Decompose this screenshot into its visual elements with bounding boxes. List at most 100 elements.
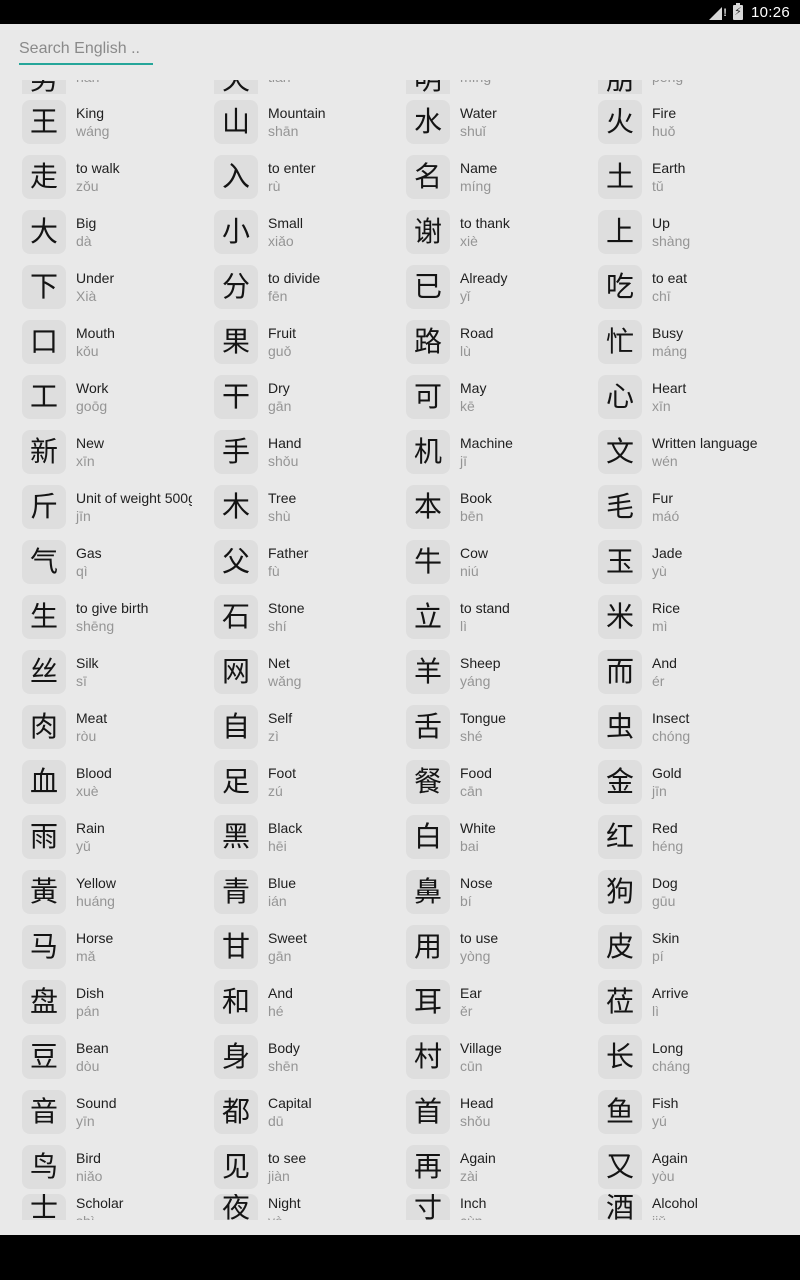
flashcard[interactable]: 金 Gold jīn xyxy=(576,754,768,809)
flashcard[interactable]: 下 Under Xià xyxy=(0,259,192,314)
flashcard[interactable]: 牛 Cow niú xyxy=(384,534,576,589)
flashcard[interactable]: 鱼 Fish yú xyxy=(576,1084,768,1139)
flashcard[interactable]: 吃 to eat chī xyxy=(576,259,768,314)
flashcard[interactable]: 白 White bai xyxy=(384,809,576,864)
english-meaning: Nose xyxy=(460,874,493,891)
flashcard[interactable]: 大 Big dà xyxy=(0,204,192,259)
flashcard[interactable]: 寸 Inchcùn xyxy=(384,1194,576,1220)
flashcard-meta: Silk sī xyxy=(76,654,99,690)
flashcard[interactable]: 鸟 Bird niǎo xyxy=(0,1139,192,1194)
flashcard[interactable]: 上 Up shàng xyxy=(576,204,768,259)
flashcard[interactable]: 路 Road lù xyxy=(384,314,576,369)
flashcard[interactable]: 丝 Silk sī xyxy=(0,644,192,699)
english-meaning: to use xyxy=(460,929,499,946)
flashcard[interactable]: 斤 Unit of weight 500g jīn xyxy=(0,479,192,534)
flashcard[interactable]: 火 Fire huǒ xyxy=(576,94,768,149)
flashcard[interactable]: 网 Net wǎng xyxy=(192,644,384,699)
flashcard[interactable]: 盘 Dish pán xyxy=(0,974,192,1029)
hanzi-tile: 豆 xyxy=(22,1034,66,1079)
flashcard[interactable]: 米 Rice mì xyxy=(576,589,768,644)
english-meaning: Village xyxy=(460,1039,502,1056)
hanzi-tile: 盘 xyxy=(22,979,66,1024)
flashcard-meta: Body shēn xyxy=(268,1039,300,1075)
flashcard[interactable]: 名 Name míng xyxy=(384,149,576,204)
flashcard[interactable]: 走 to walk zǒu xyxy=(0,149,192,204)
flashcard[interactable]: 肉 Meat ròu xyxy=(0,699,192,754)
flashcard[interactable]: 黃 Yellow huáng xyxy=(0,864,192,919)
flashcard[interactable]: 工 Work goōg xyxy=(0,369,192,424)
flashcard[interactable]: 水 Water shuǐ xyxy=(384,94,576,149)
flashcard[interactable]: 自 Self zì xyxy=(192,699,384,754)
flashcard[interactable]: 父 Father fù xyxy=(192,534,384,589)
flashcard[interactable]: 身 Body shēn xyxy=(192,1029,384,1084)
flashcard[interactable]: 机 Machine jī xyxy=(384,424,576,479)
flashcard[interactable]: 夜 Nightyè xyxy=(192,1194,384,1220)
flashcard[interactable]: 用 to use yòng xyxy=(384,919,576,974)
flashcard-meta: Rice mì xyxy=(652,599,680,635)
flashcard[interactable]: 再 Again zài xyxy=(384,1139,576,1194)
flashcard[interactable]: 长 Long cháng xyxy=(576,1029,768,1084)
system-navigation-bar[interactable] xyxy=(0,1235,800,1280)
flashcard[interactable]: 见 to see jiàn xyxy=(192,1139,384,1194)
flashcard[interactable]: 入 to enter rù xyxy=(192,149,384,204)
flashcard[interactable]: 都 Capital dū xyxy=(192,1084,384,1139)
flashcard[interactable]: 血 Blood xuè xyxy=(0,754,192,809)
flashcard[interactable]: 果 Fruit guǒ xyxy=(192,314,384,369)
flashcard[interactable]: 耳 Ear ěr xyxy=(384,974,576,1029)
pinyin-reading: yǔ xyxy=(76,837,91,854)
flashcard[interactable]: 谢 to thank xiè xyxy=(384,204,576,259)
flashcard[interactable]: 立 to stand lì xyxy=(384,589,576,644)
flashcard[interactable]: 玉 Jade yù xyxy=(576,534,768,589)
flashcard-meta: Up shàng xyxy=(652,214,690,250)
flashcard[interactable]: 和 And hé xyxy=(192,974,384,1029)
flashcard[interactable]: 足 Foot zú xyxy=(192,754,384,809)
search-field-wrapper[interactable] xyxy=(19,40,153,65)
flashcard[interactable]: 首 Head shǒu xyxy=(384,1084,576,1139)
flashcard[interactable]: 黑 Black hēi xyxy=(192,809,384,864)
flashcard[interactable]: 干 Dry gān xyxy=(192,369,384,424)
flashcard[interactable]: 酒 Alcoholjiǔ xyxy=(576,1194,768,1220)
flashcard[interactable]: 狗 Dog gūu xyxy=(576,864,768,919)
flashcard[interactable]: 舌 Tongue shé xyxy=(384,699,576,754)
flashcard[interactable]: 鼻 Nose bí xyxy=(384,864,576,919)
flashcard[interactable]: 石 Stone shí xyxy=(192,589,384,644)
flashcard[interactable]: 餐 Food cān xyxy=(384,754,576,809)
flashcard[interactable]: 甘 Sweet gān xyxy=(192,919,384,974)
flashcard[interactable]: 可 May kē xyxy=(384,369,576,424)
flashcard[interactable]: 又 Again yòu xyxy=(576,1139,768,1194)
flashcard[interactable]: 而 And ér xyxy=(576,644,768,699)
flashcard[interactable]: 小 Small xiǎo xyxy=(192,204,384,259)
flashcard[interactable]: 生 to give birth shēng xyxy=(0,589,192,644)
flashcard[interactable]: 土 Earth tǔ xyxy=(576,149,768,204)
flashcard[interactable]: 羊 Sheep yáng xyxy=(384,644,576,699)
search-input[interactable] xyxy=(19,40,153,58)
flashcard[interactable]: 手 Hand shǒu xyxy=(192,424,384,479)
flashcard-row: 黃 Yellow huáng 青 Blue ián 鼻 Nose bí 狗 Dog gūu xyxy=(0,864,800,919)
hanzi-tile: 酒 xyxy=(598,1194,642,1220)
flashcard[interactable]: 皮 Skin pí xyxy=(576,919,768,974)
flashcard[interactable]: 心 Heart xīn xyxy=(576,369,768,424)
flashcard[interactable]: 气 Gas qì xyxy=(0,534,192,589)
flashcard[interactable]: 木 Tree shù xyxy=(192,479,384,534)
flashcard[interactable]: 分 to divide fēn xyxy=(192,259,384,314)
flashcard[interactable]: 音 Sound yīn xyxy=(0,1084,192,1139)
flashcard[interactable]: 雨 Rain yǔ xyxy=(0,809,192,864)
flashcard[interactable]: 王 King wáng xyxy=(0,94,192,149)
flashcard[interactable]: 本 Book bēn xyxy=(384,479,576,534)
flashcard[interactable]: 山 Mountain shān xyxy=(192,94,384,149)
flashcard[interactable]: 新 New xīn xyxy=(0,424,192,479)
flashcard[interactable]: 文 Written language wén xyxy=(576,424,768,479)
flashcard[interactable]: 毛 Fur máó xyxy=(576,479,768,534)
flashcard-meta: Arrive lì xyxy=(652,984,689,1020)
flashcard[interactable]: 口 Mouth kǒu xyxy=(0,314,192,369)
flashcard[interactable]: 虫 Insect chóng xyxy=(576,699,768,754)
flashcard[interactable]: 马 Horse mǎ xyxy=(0,919,192,974)
flashcard[interactable]: 忙 Busy máng xyxy=(576,314,768,369)
flashcard[interactable]: 豆 Bean dòu xyxy=(0,1029,192,1084)
flashcard[interactable]: 士 Scholarshì xyxy=(0,1194,192,1220)
flashcard[interactable]: 青 Blue ián xyxy=(192,864,384,919)
flashcard[interactable]: 村 Village cūn xyxy=(384,1029,576,1084)
flashcard[interactable]: 红 Red héng xyxy=(576,809,768,864)
flashcard[interactable]: 已 Already yǐ xyxy=(384,259,576,314)
flashcard[interactable]: 莅 Arrive lì xyxy=(576,974,768,1029)
